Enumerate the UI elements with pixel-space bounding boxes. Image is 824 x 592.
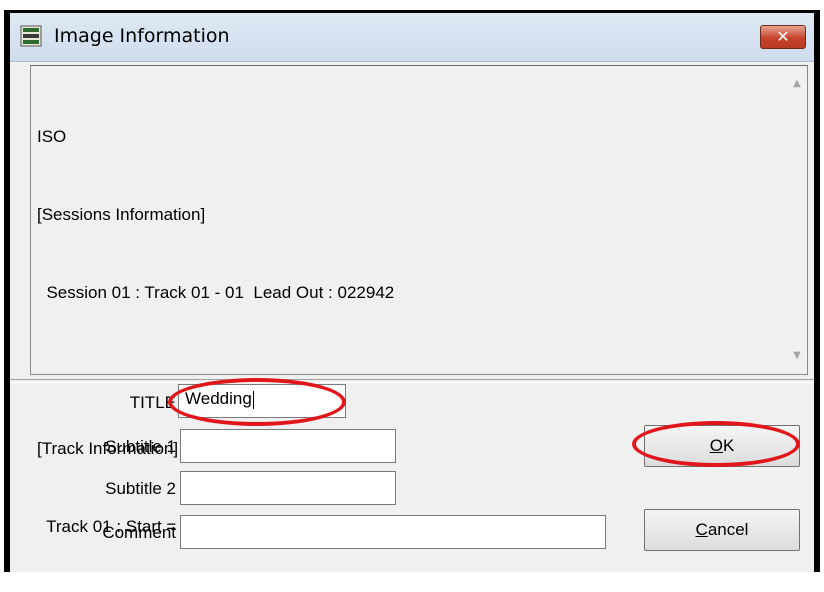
title-field[interactable]: Wedding (178, 384, 346, 418)
info-line: [Sessions Information] (37, 205, 206, 224)
title-value: Wedding (185, 389, 252, 408)
ok-button[interactable]: OK (644, 425, 800, 467)
cancel-label: ancel (707, 520, 749, 539)
text-caret (252, 390, 254, 409)
subtitle2-field[interactable] (180, 471, 396, 505)
close-icon: ✕ (776, 27, 790, 46)
image-information-dialog: Image Information ✕ ISO [Sessions Inform… (4, 10, 820, 572)
window-title: Image Information (54, 25, 230, 47)
info-line: Session 01 : Track 01 - 01 Lead Out : 02… (37, 283, 395, 302)
title-bar[interactable]: Image Information ✕ (10, 13, 814, 62)
subtitle1-label: Subtitle 1 (105, 437, 176, 456)
title-label: TITLE (129, 393, 176, 412)
app-icon (20, 25, 42, 47)
subtitle2-label: Subtitle 2 (105, 479, 176, 498)
cancel-accelerator: C (695, 520, 708, 539)
cancel-button[interactable]: Cancel (644, 509, 800, 551)
image-info-textbox[interactable]: ISO [Sessions Information] Session 01 : … (30, 65, 808, 536)
ok-label: K (722, 436, 735, 455)
comment-field[interactable] (180, 515, 606, 549)
divider (10, 379, 814, 383)
scroll-down-icon[interactable]: ▼ (791, 350, 803, 362)
subtitle1-field[interactable] (180, 429, 396, 463)
info-line: ISO (37, 127, 67, 146)
scroll-up-icon[interactable]: ▲ (791, 78, 803, 90)
vertical-scrollbar[interactable]: ▲ ▼ (787, 66, 807, 374)
ok-accelerator: O (709, 436, 723, 455)
close-button[interactable]: ✕ (760, 25, 806, 49)
comment-label: Comment (102, 523, 176, 542)
